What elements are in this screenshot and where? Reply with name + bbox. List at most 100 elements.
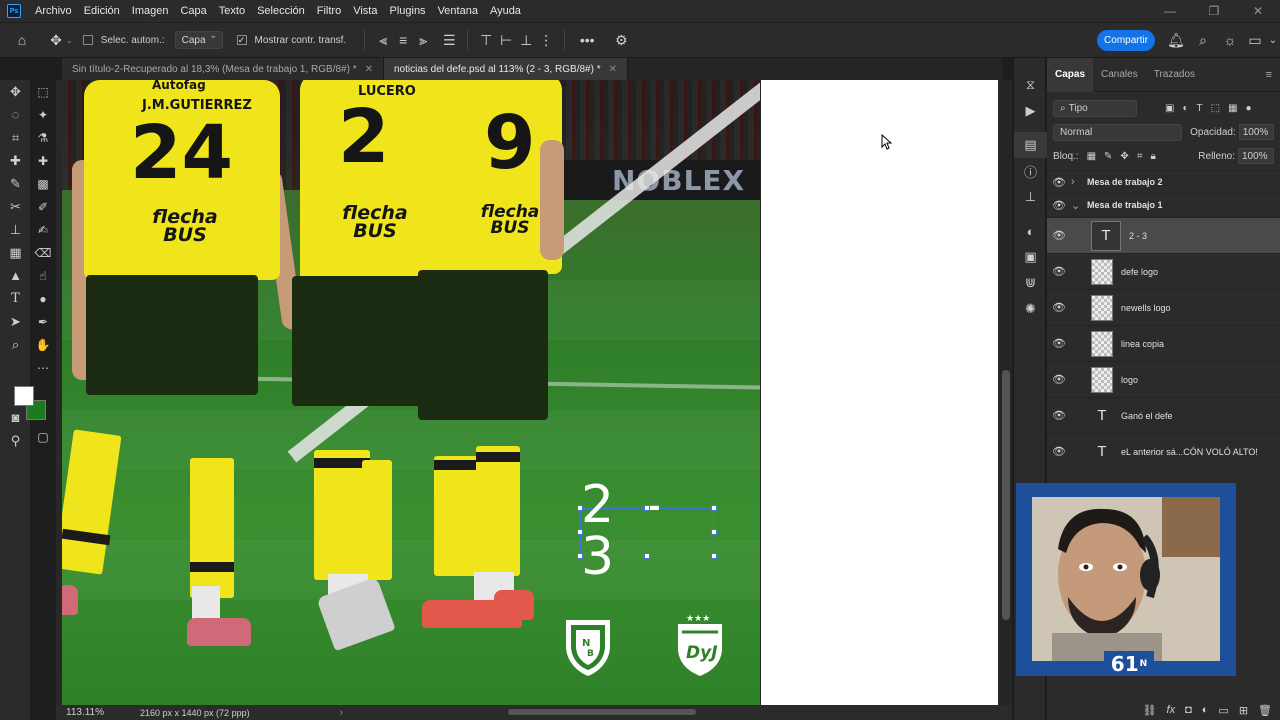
menu-archivo[interactable]: Archivo	[29, 0, 78, 22]
bell-icon[interactable]: 🔔︎	[1165, 29, 1187, 51]
eye-icon[interactable]: 👁︎	[1047, 445, 1071, 458]
horizontal-scrollbar[interactable]	[508, 709, 696, 715]
move-tool-icon[interactable]: ✥	[46, 30, 66, 50]
close-window-icon[interactable]: ✕	[1236, 0, 1280, 22]
clone-source-icon[interactable]: ⊥	[1014, 184, 1047, 210]
more-options-icon[interactable]: •••	[577, 30, 597, 50]
transform-handle[interactable]	[577, 505, 583, 511]
info-icon[interactable]: ⓘ	[1014, 158, 1047, 184]
link-layers-icon[interactable]: ⛓	[1143, 704, 1157, 717]
fx-icon[interactable]: fx	[1167, 704, 1176, 716]
screen-mode-icon[interactable]: ▢	[31, 425, 55, 448]
pen-tool-icon[interactable]: ▲	[0, 264, 31, 287]
layer-el-anterior[interactable]: 👁︎ T eL anterior sá...CÓN VOLÓ ALTO!	[1047, 433, 1280, 469]
distribute-icon[interactable]: ☰	[439, 30, 459, 50]
layer-2-3[interactable]: 👁︎ T 2 - 3	[1047, 217, 1280, 253]
mixer-brush-tool-icon[interactable]: ✐	[31, 195, 55, 218]
chevron-right-icon[interactable]: ›	[1071, 176, 1087, 188]
score-text-layer[interactable]: 2 - 3	[580, 479, 714, 583]
clone-stamp-tool-icon[interactable]: ⊥	[0, 218, 31, 241]
auto-select-checkbox[interactable]	[82, 35, 93, 45]
gear-icon[interactable]: ⚙	[611, 30, 631, 50]
pattern-tool-icon[interactable]: ▩	[31, 172, 55, 195]
align-middle-icon[interactable]: ⊢	[496, 30, 516, 50]
align-top-icon[interactable]: ⊤	[476, 30, 496, 50]
gradient-tool-icon[interactable]: ▦	[0, 241, 31, 264]
layer-gano-el-defe[interactable]: 👁︎ T Ganó el defe	[1047, 397, 1280, 433]
history-icon[interactable]: ⧖	[1014, 72, 1047, 98]
eye-icon[interactable]: 👁︎	[1047, 229, 1071, 242]
align-left-icon[interactable]: ⫷	[373, 30, 393, 50]
lightbulb-icon[interactable]: ☼	[1219, 29, 1241, 51]
lock-position-icon[interactable]: ✥	[1120, 151, 1128, 162]
filter-pixel-icon[interactable]: ▣	[1165, 103, 1174, 114]
magic-wand-tool-icon[interactable]: ✦	[31, 103, 55, 126]
filter-type-icon[interactable]: T	[1197, 103, 1203, 114]
filter-adjustment-icon[interactable]: ◐	[1182, 103, 1188, 114]
lock-pixels-icon[interactable]: ✎	[1104, 151, 1112, 162]
red-eye-tool-icon[interactable]: ✚	[31, 149, 55, 172]
share-button[interactable]: Compartir	[1097, 30, 1155, 51]
new-layer-icon[interactable]: ⊞	[1239, 704, 1248, 717]
chevron-right-icon[interactable]: ›	[340, 707, 343, 718]
restore-icon[interactable]: ❐	[1192, 0, 1236, 22]
path-selection-tool-icon[interactable]: ➤	[0, 310, 31, 333]
minimize-icon[interactable]: —	[1148, 0, 1192, 22]
close-icon[interactable]: ✕	[609, 64, 617, 75]
edit-toolbar-icon[interactable]: ⚲	[0, 429, 31, 452]
chevron-down-icon[interactable]: ⌄	[1071, 199, 1087, 212]
artboard-1-photo[interactable]: NOBLEX J.M.GUTIERREZ Autofag 24 flecha B…	[62, 80, 760, 705]
align-bottom-icon[interactable]: ⊥	[516, 30, 536, 50]
brushes-icon[interactable]: ⋓	[1014, 270, 1047, 296]
hand-tool-icon[interactable]: ✋	[31, 333, 55, 356]
properties-icon[interactable]: ▣	[1014, 244, 1047, 270]
add-mask-icon[interactable]: ◘	[1185, 704, 1192, 716]
transform-handle[interactable]	[711, 553, 717, 559]
transform-handle[interactable]	[711, 505, 717, 511]
eraser-tool-icon[interactable]: ⌫	[31, 241, 55, 264]
transform-handle[interactable]	[577, 553, 583, 559]
panel-menu-icon[interactable]: ≡	[1266, 69, 1272, 81]
home-icon[interactable]: ⌂	[12, 30, 32, 50]
eye-icon[interactable]: 👁︎	[1047, 301, 1071, 314]
menu-vista[interactable]: Vista	[347, 0, 383, 22]
lock-transparency-icon[interactable]: ▦	[1087, 151, 1096, 162]
eye-icon[interactable]: 👁︎	[1047, 337, 1071, 350]
layer-group-mesa-2[interactable]: 👁︎ › Mesa de trabajo 2	[1047, 170, 1280, 193]
crop-tool-icon[interactable]: ⌗	[0, 126, 31, 149]
layer-linea-copia[interactable]: 👁︎ linea copia	[1047, 325, 1280, 361]
new-group-icon[interactable]: ▭	[1218, 704, 1228, 717]
freeform-pen-tool-icon[interactable]: ✒	[31, 310, 55, 333]
menu-filtro[interactable]: Filtro	[311, 0, 347, 22]
eye-icon[interactable]: 👁︎	[1047, 409, 1071, 422]
smudge-tool-icon[interactable]: ☝	[31, 264, 55, 287]
move-tool-icon[interactable]: ✥	[0, 80, 31, 103]
new-adjustment-icon[interactable]: ◐	[1202, 704, 1209, 716]
lasso-tool-icon[interactable]: ◌	[0, 103, 31, 126]
filter-toggle-icon[interactable]: ●	[1246, 103, 1252, 114]
lock-artboard-icon[interactable]: ⌗	[1137, 151, 1143, 162]
foreground-color-swatch[interactable]	[14, 386, 34, 406]
transform-handle[interactable]	[577, 529, 583, 535]
tab-capas[interactable]: Capas	[1047, 57, 1094, 92]
eye-icon[interactable]: 👁︎	[1047, 265, 1071, 278]
settings-sun-icon[interactable]: ✺	[1014, 296, 1047, 322]
spot-healing-tool-icon[interactable]: ✚	[0, 149, 31, 172]
fill-input[interactable]: 100%	[1238, 148, 1274, 164]
type-tool-icon[interactable]: T	[0, 287, 31, 310]
brush-tool-icon[interactable]: ✎	[0, 172, 31, 195]
zoom-tool-icon[interactable]: ⌕	[0, 333, 31, 356]
dodge-tool-icon[interactable]: ●	[31, 287, 55, 310]
menu-seleccion[interactable]: Selección	[251, 0, 311, 22]
opacity-input[interactable]: 100%	[1238, 124, 1274, 140]
menu-edicion[interactable]: Edición	[78, 0, 126, 22]
marquee-tool-icon[interactable]: ⬚	[31, 80, 55, 103]
menu-ayuda[interactable]: Ayuda	[484, 0, 527, 22]
auto-select-dropdown[interactable]: Capa	[174, 30, 223, 49]
actions-play-icon[interactable]: ▶	[1014, 98, 1047, 124]
eye-icon[interactable]: 👁︎	[1047, 176, 1071, 189]
menu-imagen[interactable]: Imagen	[126, 0, 175, 22]
libraries-icon[interactable]: ▤	[1014, 132, 1047, 158]
blend-mode-select[interactable]: Normal	[1053, 123, 1183, 141]
align-right-icon[interactable]: ⫸	[413, 30, 433, 50]
